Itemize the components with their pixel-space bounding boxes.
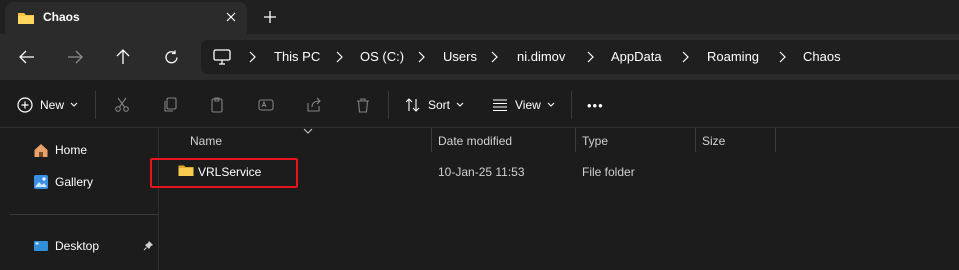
sort-indicator-icon	[303, 128, 313, 134]
chevron-down-icon	[456, 102, 464, 107]
pin-icon[interactable]	[143, 240, 154, 254]
chevron-right-icon	[418, 51, 425, 63]
sort-label: Sort	[428, 98, 451, 112]
chevron-right-icon	[249, 51, 256, 63]
refresh-button[interactable]	[157, 44, 185, 70]
plus-circle-icon	[17, 97, 33, 113]
view-label: View	[515, 98, 541, 112]
copy-icon	[164, 97, 177, 112]
scissors-icon	[115, 97, 129, 112]
sort-icon	[405, 98, 420, 112]
breadcrumb-appdata[interactable]: AppData	[611, 49, 662, 64]
chevron-right-icon	[491, 51, 498, 63]
breadcrumb-drive[interactable]: OS (C:)	[360, 49, 404, 64]
column-header-size[interactable]: Size	[702, 134, 725, 148]
tab-chaos[interactable]: Chaos	[5, 2, 247, 34]
sidebar-item-label: Gallery	[55, 175, 94, 189]
clipboard-icon	[211, 97, 223, 113]
back-button[interactable]	[13, 44, 41, 70]
breadcrumb-user[interactable]: ni.dimov	[517, 49, 565, 64]
trash-icon	[357, 98, 369, 113]
rename-icon	[258, 99, 274, 111]
title-bar: Chaos	[0, 0, 959, 34]
more-options-button[interactable]: •••	[587, 93, 604, 117]
breadcrumb-this-pc[interactable]: This PC	[274, 49, 320, 64]
file-type: File folder	[582, 165, 635, 179]
column-header-type[interactable]: Type	[582, 134, 608, 148]
new-tab-button[interactable]	[258, 5, 282, 29]
column-divider[interactable]	[575, 128, 576, 152]
share-icon	[307, 97, 321, 112]
desktop-icon	[33, 238, 49, 254]
breadcrumb-users[interactable]: Users	[443, 49, 477, 64]
chevron-right-icon	[682, 51, 689, 63]
column-header-name[interactable]: Name	[190, 134, 222, 148]
column-divider[interactable]	[695, 128, 696, 152]
toolbar-divider	[571, 91, 572, 119]
sidebar-item-gallery[interactable]: Gallery	[33, 172, 93, 192]
file-list: Name Date modified Type Size VRLService …	[160, 128, 959, 270]
navigation-bar: This PC OS (C:) Users ni.dimov AppData R…	[0, 34, 959, 80]
command-bar: New Sort View •••	[0, 80, 959, 128]
toolbar-divider	[388, 91, 389, 119]
copy-button[interactable]	[162, 93, 178, 117]
delete-button[interactable]	[355, 93, 371, 117]
chevron-right-icon	[336, 51, 343, 63]
up-button[interactable]	[109, 44, 137, 70]
rename-button[interactable]	[258, 93, 274, 117]
column-divider[interactable]	[431, 128, 432, 152]
new-button[interactable]: New	[17, 93, 78, 117]
new-label: New	[40, 98, 65, 112]
sidebar-item-home[interactable]: Home	[33, 140, 87, 160]
view-list-icon	[493, 99, 507, 112]
share-button[interactable]	[306, 93, 322, 117]
gallery-icon	[33, 174, 49, 190]
view-button[interactable]: View	[492, 93, 555, 117]
file-date-modified: 10-Jan-25 11:53	[438, 165, 525, 179]
close-icon[interactable]	[221, 7, 241, 27]
chevron-right-icon	[587, 51, 594, 63]
sidebar-item-desktop[interactable]: Desktop	[33, 236, 99, 256]
sidebar-divider	[10, 214, 158, 215]
column-header-date-modified[interactable]: Date modified	[438, 134, 512, 148]
chevron-down-icon	[70, 102, 78, 107]
breadcrumb-chaos[interactable]: Chaos	[803, 49, 841, 64]
chevron-right-icon	[779, 51, 786, 63]
column-divider[interactable]	[775, 128, 776, 152]
forward-button[interactable]	[61, 44, 89, 70]
home-icon	[33, 142, 49, 158]
toolbar-divider	[95, 91, 96, 119]
address-bar[interactable]: This PC OS (C:) Users ni.dimov AppData R…	[201, 40, 959, 74]
paste-button[interactable]	[210, 93, 226, 117]
chevron-down-icon	[547, 102, 555, 107]
sidebar-item-label: Desktop	[55, 239, 100, 253]
sort-button[interactable]: Sort	[405, 93, 464, 117]
this-pc-icon[interactable]	[213, 49, 231, 68]
sidebar-item-label: Home	[55, 143, 88, 157]
tab-title: Chaos	[43, 10, 80, 24]
selection-highlight-box	[150, 158, 298, 188]
breadcrumb-roaming[interactable]: Roaming	[707, 49, 759, 64]
navigation-pane: Home Gallery Desktop	[0, 128, 159, 270]
cut-button[interactable]	[114, 93, 130, 117]
folder-icon	[17, 11, 35, 28]
